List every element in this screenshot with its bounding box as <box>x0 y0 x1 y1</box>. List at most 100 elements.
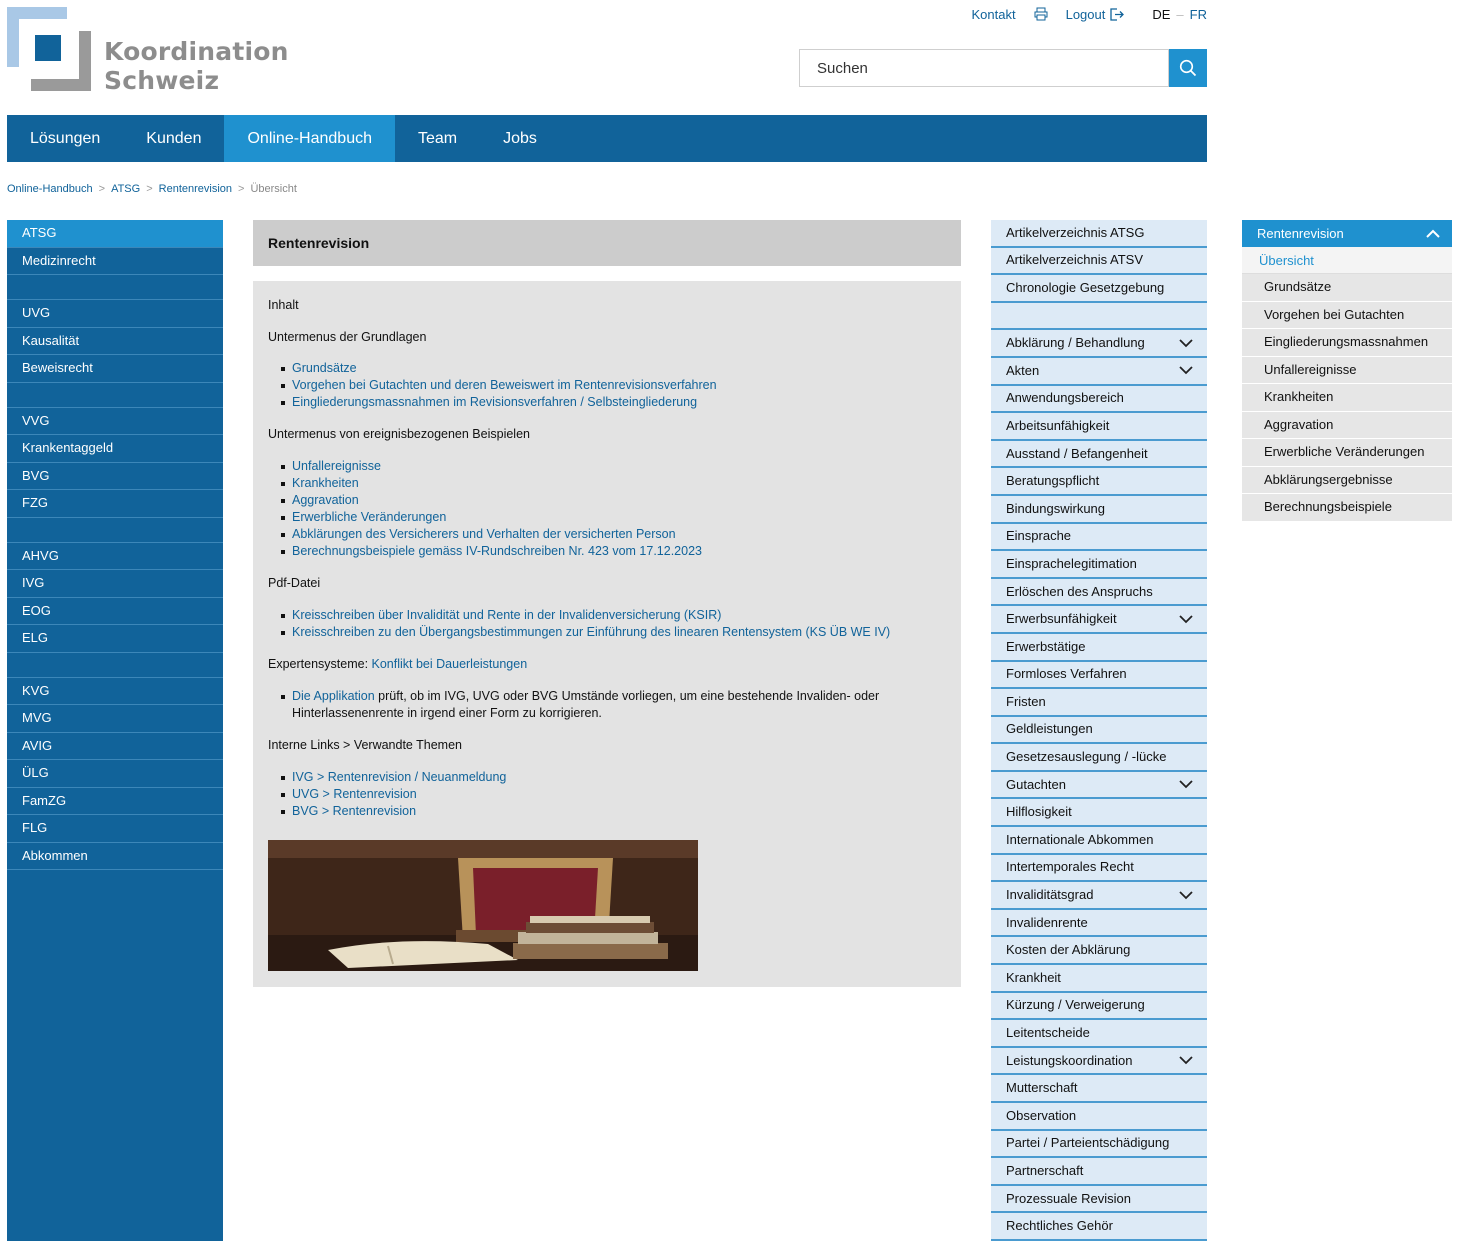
contact-link[interactable]: Kontakt <box>972 7 1016 22</box>
nav-online-handbuch[interactable]: Online-Handbuch <box>224 115 395 162</box>
article-index-item[interactable]: Anwendungsbereich <box>991 385 1207 414</box>
article-index-item[interactable]: Leitentscheide <box>991 1020 1207 1048</box>
article-index-item[interactable]: Intertemporales Recht <box>991 854 1207 883</box>
list-item-link[interactable]: Unfallereignisse <box>281 458 946 475</box>
lang-fr[interactable]: FR <box>1190 7 1207 22</box>
sidebar-item[interactable]: UVG <box>7 300 223 328</box>
list-item-link[interactable]: Vorgehen bei Gutachten und deren Beweisw… <box>281 377 946 394</box>
list-item-link[interactable]: Eingliederungsmassnahmen im Revisionsver… <box>281 394 946 411</box>
article-index-item[interactable]: Erwerbsunfähigkeit <box>991 606 1207 634</box>
sidebar-item[interactable]: AVIG <box>7 733 223 760</box>
search-input[interactable] <box>799 49 1169 87</box>
applikation-link[interactable]: Die Applikation <box>292 689 375 703</box>
article-index-item[interactable]: Einsprachelegitimation <box>991 551 1207 579</box>
logo[interactable]: Koordination Schweiz <box>7 7 288 99</box>
print-icon[interactable] <box>1034 7 1048 21</box>
article-index-item[interactable]: Chronologie Gesetzgebung <box>991 275 1207 303</box>
lang-de[interactable]: DE <box>1152 7 1170 22</box>
chevron-down-icon[interactable] <box>1179 366 1193 375</box>
list-item-link[interactable]: Aggravation <box>281 492 946 509</box>
nav-loesungen[interactable]: Lösungen <box>7 115 123 162</box>
sidebar-item[interactable]: Kausalität <box>7 328 223 355</box>
article-index-item[interactable]: Krankheit <box>991 965 1207 993</box>
sidebar-item[interactable]: IVG <box>7 570 223 598</box>
sidebar-item[interactable]: Beweisrecht <box>7 355 223 383</box>
nav-team[interactable]: Team <box>395 115 480 162</box>
nav-kunden[interactable]: Kunden <box>123 115 224 162</box>
subnav-item[interactable]: Abklärungsergebnisse <box>1242 466 1452 494</box>
sidebar-item[interactable]: Medizinrecht <box>7 248 223 275</box>
article-index-item[interactable]: Invalidenrente <box>991 909 1207 938</box>
article-index-item[interactable]: Fristen <box>991 689 1207 717</box>
expertensystem-link[interactable]: Konflikt bei Dauerleistungen <box>372 657 528 671</box>
article-index-item[interactable]: Abklärung / Behandlung <box>991 330 1207 358</box>
subnav-item[interactable]: Erwerbliche Veränderungen <box>1242 439 1452 467</box>
nav-jobs[interactable]: Jobs <box>480 115 560 162</box>
list-item-link[interactable]: IVG > Rentenrevision / Neuanmeldung <box>281 769 946 786</box>
breadcrumb-online-handbuch[interactable]: Online-Handbuch <box>7 183 93 195</box>
list-item-link[interactable]: UVG > Rentenrevision <box>281 786 946 803</box>
sidebar-item[interactable]: ATSG <box>7 220 223 248</box>
article-index-item[interactable]: Gutachten <box>991 771 1207 800</box>
list-item-link[interactable]: BVG > Rentenrevision <box>281 803 946 820</box>
article-index-item[interactable]: Bindungswirkung <box>991 495 1207 524</box>
sidebar-item[interactable]: Abkommen <box>7 843 223 870</box>
article-index-item[interactable]: Mutterschaft <box>991 1075 1207 1103</box>
chevron-down-icon[interactable] <box>1179 339 1193 348</box>
sidebar-item[interactable]: FamZG <box>7 788 223 815</box>
sidebar-item[interactable]: Krankentaggeld <box>7 435 223 463</box>
breadcrumb-atsg[interactable]: ATSG <box>111 183 140 195</box>
article-index-item[interactable]: Observation <box>991 1103 1207 1131</box>
list-item-link[interactable]: Krankheiten <box>281 475 946 492</box>
article-index-item[interactable]: Partnerschaft <box>991 1158 1207 1186</box>
article-index-item[interactable]: Erwerbstätige <box>991 633 1207 662</box>
subnav-item-uebersicht[interactable]: Übersicht <box>1242 247 1452 274</box>
article-index-item[interactable]: Geldleistungen <box>991 716 1207 745</box>
subnav-item[interactable]: Aggravation <box>1242 411 1452 439</box>
article-index-item[interactable]: Leistungskoordination <box>991 1047 1207 1076</box>
article-index-item[interactable]: Hilflosigkeit <box>991 799 1207 828</box>
list-item-link[interactable]: Grundsätze <box>281 360 946 377</box>
sidebar-item[interactable]: BVG <box>7 463 223 490</box>
article-index-item[interactable]: Artikelverzeichnis ATSV <box>991 247 1207 276</box>
sidebar-item[interactable]: ELG <box>7 625 223 653</box>
article-index-item[interactable]: Partei / Parteientschädigung <box>991 1130 1207 1159</box>
article-index-item[interactable]: Erlöschen des Anspruchs <box>991 578 1207 607</box>
subnav-item[interactable]: Krankheiten <box>1242 384 1452 412</box>
article-index-item[interactable]: Invaliditätsgrad <box>991 882 1207 910</box>
subnav-item[interactable]: Eingliederungsmassnahmen <box>1242 329 1452 357</box>
sidebar-item[interactable]: EOG <box>7 598 223 625</box>
sidebar-item[interactable]: FLG <box>7 815 223 843</box>
article-index-item[interactable]: Akten <box>991 357 1207 386</box>
list-item-link[interactable]: Kreisschreiben zu den Übergangsbestimmun… <box>281 624 946 641</box>
article-index-item[interactable]: Kürzung / Verweigerung <box>991 992 1207 1021</box>
sidebar-item[interactable]: AHVG <box>7 543 223 570</box>
article-index-item[interactable]: Formloses Verfahren <box>991 661 1207 690</box>
chevron-down-icon[interactable] <box>1179 614 1193 624</box>
list-item-link[interactable]: Berechnungsbeispiele gemäss IV-Rundschre… <box>281 543 946 560</box>
chevron-down-icon[interactable] <box>1179 890 1193 900</box>
article-index-item[interactable]: Internationale Abkommen <box>991 827 1207 855</box>
list-item-link[interactable]: Erwerbliche Veränderungen <box>281 509 946 526</box>
search-button[interactable] <box>1169 49 1207 87</box>
chevron-down-icon[interactable] <box>1179 1056 1193 1065</box>
sidebar-item[interactable]: FZG <box>7 490 223 518</box>
logout-link[interactable]: Logout <box>1066 7 1125 22</box>
subnav-header[interactable]: Rentenrevision <box>1242 220 1452 247</box>
breadcrumb-rentenrevision[interactable]: Rentenrevision <box>159 183 232 195</box>
article-index-item[interactable]: Gesetzesauslegung / -lücke <box>991 744 1207 772</box>
article-index-item[interactable]: Ausstand / Befangenheit <box>991 440 1207 469</box>
article-index-item[interactable]: Einsprache <box>991 523 1207 552</box>
chevron-down-icon[interactable] <box>1179 780 1193 789</box>
sidebar-item[interactable]: VVG <box>7 408 223 435</box>
article-index-item[interactable]: Artikelverzeichnis ATSG <box>991 220 1207 248</box>
subnav-item[interactable]: Grundsätze <box>1242 274 1452 302</box>
subnav-item[interactable]: Unfallereignisse <box>1242 356 1452 384</box>
article-index-item[interactable]: Kosten der Abklärung <box>991 937 1207 966</box>
list-item-link[interactable]: Abklärungen des Versicherers und Verhalt… <box>281 526 946 543</box>
subnav-item[interactable]: Vorgehen bei Gutachten <box>1242 301 1452 329</box>
article-index-item[interactable]: Arbeitsunfähigkeit <box>991 413 1207 441</box>
article-index-item[interactable]: Rechtliches Gehör <box>991 1213 1207 1241</box>
sidebar-item[interactable]: ÜLG <box>7 760 223 788</box>
article-index-item[interactable]: Beratungspflicht <box>991 468 1207 496</box>
